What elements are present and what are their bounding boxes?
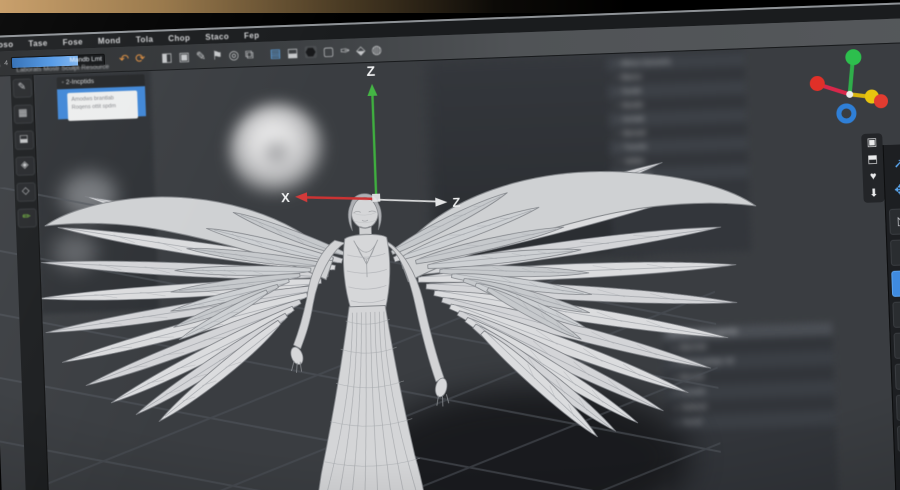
tool-button-brush[interactable]: ✐ (891, 269, 900, 297)
viewport-icon-stack: ▣ ⬒ ♥ ⬇ (861, 133, 885, 203)
tool-button-rings[interactable]: ⚭ (893, 331, 900, 359)
stack-icon-monitor[interactable]: ⬒ (867, 153, 878, 165)
card-line: Roqens ottit spdm (71, 103, 117, 111)
toolbar-icon-frame[interactable]: ▣ (178, 50, 190, 64)
gizmo-center-handle[interactable] (372, 193, 381, 202)
toolbar-icon-page[interactable]: ▢ (323, 44, 335, 58)
menu-item[interactable]: Chop (168, 33, 190, 43)
left-tool-grid[interactable]: ▦ (13, 104, 33, 125)
tool-button-eye[interactable]: ◉ (895, 393, 900, 421)
selected-item-card: Amodws brantlab Roqens ottit spdm (67, 90, 139, 122)
toolbar-icon-lock[interactable]: ◧ (161, 50, 173, 64)
gizmo-x-axis-ball[interactable] (809, 76, 826, 92)
tool-button-chain[interactable]: ⁙ (894, 362, 900, 390)
toolbar-count: 4 (4, 59, 9, 67)
axis-z-right-label: Z (452, 195, 461, 210)
left-tool-green-pen[interactable]: ✏ (16, 208, 37, 228)
tool-button-snap[interactable]: ⁘ (890, 239, 900, 266)
axis-z-up-arrow[interactable] (371, 93, 378, 195)
toolbar-icon-person[interactable]: ⬣ (304, 45, 318, 59)
left-tool-pen[interactable]: ✎ (12, 78, 32, 99)
toolbar-icons: ↶ ⟳ ◧ ▣ ✎ ⚑ ◎ ⧉ ▤ ⬓ ⬣ ▢ ✑ ⬙ ◍ (119, 42, 382, 66)
tool-button-ramp[interactable]: ◺ (888, 208, 900, 235)
menu-item[interactable]: Tase (28, 38, 48, 48)
menu-item[interactable]: Tola (136, 34, 154, 44)
transform-gizmo[interactable]: Z X Z (276, 60, 461, 216)
menu-item[interactable]: Toso (0, 39, 14, 49)
gizmo-y-axis-ball[interactable] (845, 49, 862, 66)
toolbar-icon-folder[interactable]: ▤ (269, 46, 281, 60)
left-tool-gem[interactable]: ◈ (14, 156, 35, 176)
pen-tool-icon[interactable]: ✎ (0, 57, 1, 70)
toolbar-icon-undo[interactable]: ↶ (119, 52, 130, 66)
left-tool-poly[interactable]: ◇ (15, 182, 36, 202)
toolbar-icon-zoom[interactable]: ◎ (228, 48, 239, 62)
app-window: TosoTaseFoseMondTolaChopStacoFep Thwto-t… (0, 0, 900, 490)
menu-item[interactable]: Mond (98, 36, 121, 46)
monitor-photo: TosoTaseFoseMondTolaChopStacoFep Thwto-t… (0, 0, 900, 490)
toolbar-icon-copy[interactable]: ⧉ (245, 47, 254, 61)
toolbar-icon-brush[interactable]: ✑ (340, 44, 351, 58)
left-tool-monitor[interactable]: ⬓ (14, 130, 34, 150)
menu-item[interactable]: Fep (244, 30, 260, 40)
toolbar-icon-sphere[interactable]: ◍ (371, 42, 382, 56)
gizmo-neg-y-ring[interactable] (836, 103, 857, 124)
scene-tree-selected-row[interactable]: Amodws brantlab Roqens ottit spdm (57, 86, 147, 122)
axis-z-right-arrow[interactable] (378, 198, 438, 204)
tool-button-hand[interactable]: ☟ (892, 300, 900, 328)
toolbar-icon-cube[interactable]: ⬙ (356, 43, 366, 57)
view-axis-gizmo[interactable] (809, 48, 889, 124)
progress-label: Mandb Lmt (69, 55, 103, 64)
axis-z-up-label: Z (366, 63, 376, 79)
toolbar-icon-pen[interactable]: ✎ (196, 49, 207, 63)
stack-icon-heart[interactable]: ♥ (870, 170, 877, 182)
toolbar-icon-redo[interactable]: ⟳ (135, 51, 146, 65)
toolbar-icon-tag[interactable]: ⚑ (212, 48, 223, 62)
menu-item[interactable]: Fose (62, 37, 83, 47)
scene-tree-panel: ◦ 2-Incptids Amodws brantlab Roqens otti… (56, 74, 147, 122)
float-icon-move[interactable]: ✥ (887, 181, 900, 199)
right-toolbar-float: ➚ ✥ (884, 153, 900, 199)
stack-icon-square[interactable]: ▣ (867, 136, 878, 148)
toolbar-icon-monitor[interactable]: ⬓ (287, 46, 299, 60)
menu-item[interactable]: Staco (205, 32, 229, 42)
float-icon-pointer[interactable]: ➚ (886, 154, 900, 172)
axis-x-label: X (281, 190, 291, 205)
stack-icon-arrow-down[interactable]: ⬇ (869, 187, 879, 199)
